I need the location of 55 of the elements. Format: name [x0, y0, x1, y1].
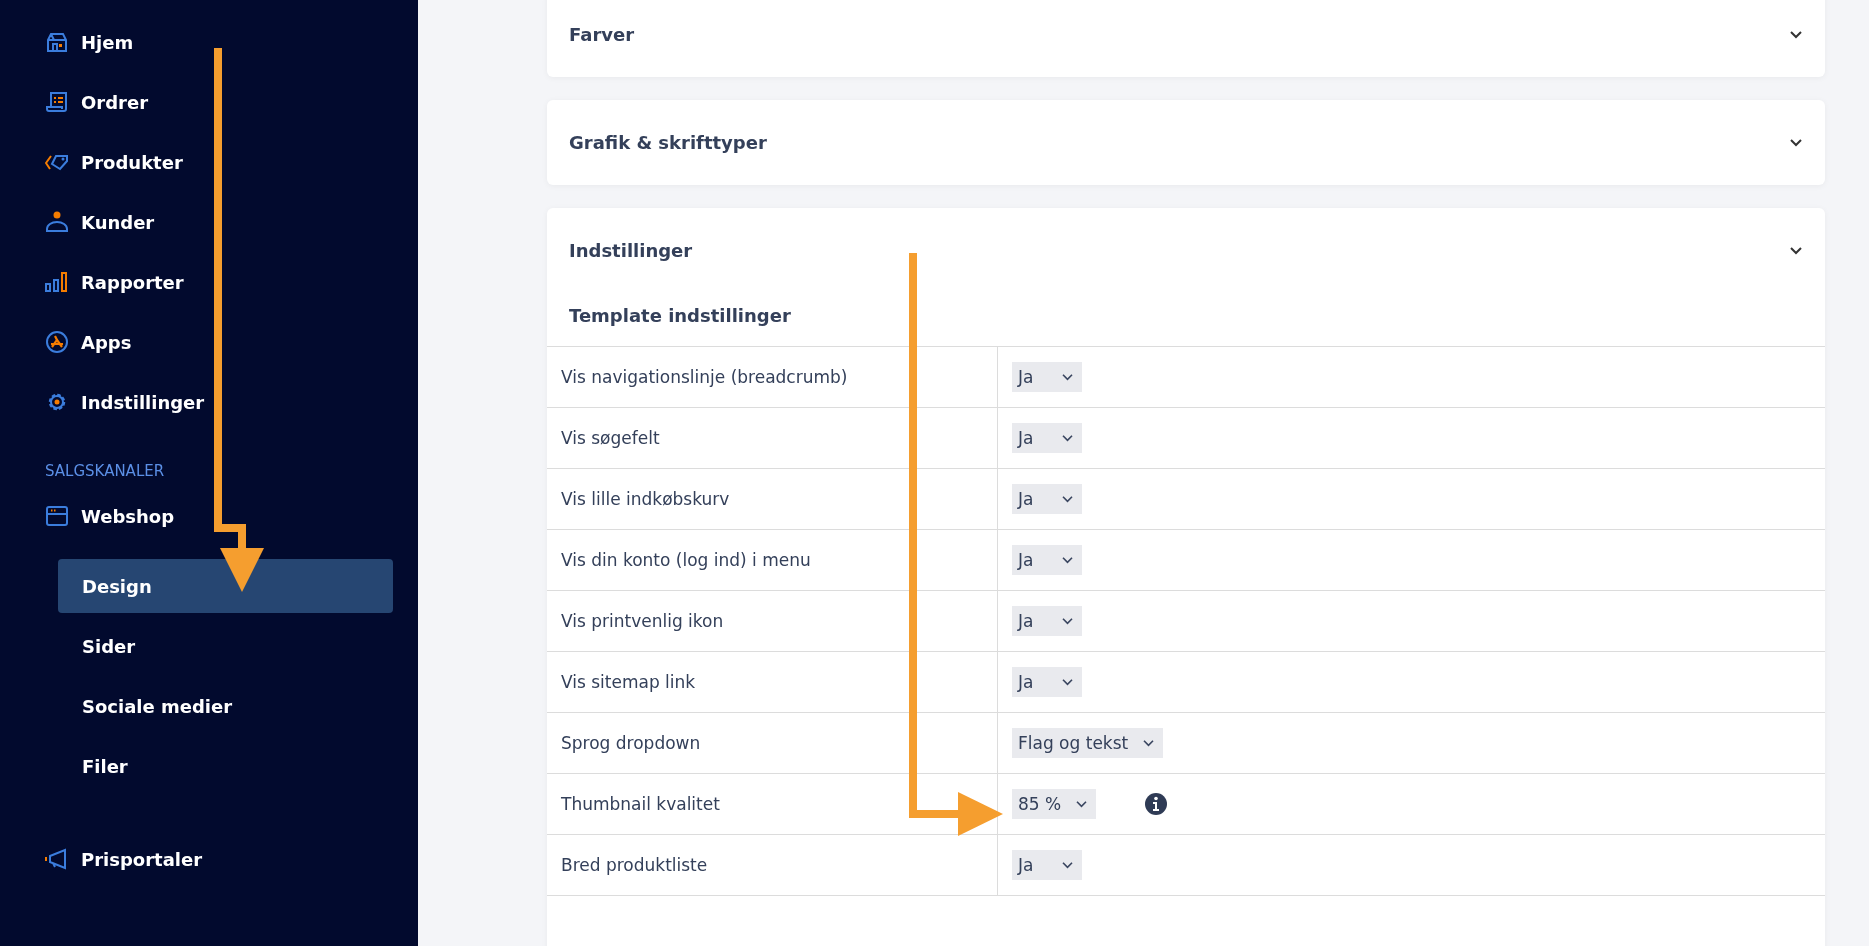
megaphone-icon	[45, 847, 69, 871]
section-label: SALGSKANALER	[45, 461, 166, 482]
dropdown[interactable]: 85 %	[1012, 789, 1097, 819]
sidebar-item[interactable]: Produkter	[0, 132, 418, 192]
sidebar-subitem[interactable]: Sociale medier	[58, 679, 393, 733]
section-heading: Template indstillinger	[568, 304, 792, 328]
sidebar-item[interactable]: Ordrer	[0, 72, 418, 132]
info-icon[interactable]	[1144, 792, 1169, 816]
dropdown[interactable]: Ja	[1012, 423, 1082, 453]
bar-chart-icon	[45, 270, 69, 294]
chevron-down-icon	[1061, 433, 1074, 443]
setting-label: Vis søgefelt	[547, 408, 998, 468]
setting-label: Sprog dropdown	[547, 713, 998, 773]
setting-label: Bred produktliste	[547, 835, 998, 895]
chevron-down-icon	[1061, 860, 1074, 870]
sidebar-item[interactable]: Hjem	[0, 12, 418, 72]
sidebar-item[interactable]: Indstillinger	[0, 372, 418, 432]
panel-title[interactable]: Farver	[569, 24, 635, 45]
house-icon	[45, 30, 69, 54]
apps-icon	[45, 330, 69, 354]
sidebar-item[interactable]: Kunder	[0, 192, 418, 252]
setting-label: Vis din konto (log ind) i menu	[547, 530, 998, 590]
chevron-down-icon	[1061, 494, 1074, 504]
dropdown[interactable]: Ja	[1012, 606, 1082, 636]
setting-label: Vis navigationslinje (breadcrumb)	[547, 347, 998, 407]
chevron-down-icon	[1061, 555, 1074, 565]
dropdown[interactable]: Ja	[1012, 545, 1082, 575]
storefront-icon	[45, 504, 69, 528]
panel-title[interactable]: Grafik & skrifttyper	[569, 132, 767, 153]
sidebar-item[interactable]: Rapporter	[0, 252, 418, 312]
chevron-down-icon	[1061, 677, 1074, 687]
dropdown[interactable]: Ja	[1012, 362, 1082, 392]
chevron-down-icon[interactable]	[1789, 245, 1803, 256]
setting-label: Vis printvenlig ikon	[547, 591, 998, 651]
chevron-down-icon	[1142, 738, 1156, 748]
chevron-down-icon	[1075, 799, 1089, 809]
dropdown[interactable]: Ja	[1012, 667, 1082, 697]
sidebar-subitem[interactable]: Sider	[58, 619, 393, 673]
setting-label: Vis lille indkøbskurv	[547, 469, 998, 529]
dropdown[interactable]: Flag og tekst	[1012, 728, 1164, 758]
sidebar-subitem[interactable]: Design	[58, 559, 393, 613]
sidebar-item[interactable]: Prisportaler	[0, 829, 418, 889]
panel-title[interactable]: Indstillinger	[569, 240, 693, 261]
dropdown[interactable]: Ja	[1012, 484, 1082, 514]
sidebar-item[interactable]: Apps	[0, 312, 418, 372]
sidebar-subitem[interactable]: Filer	[58, 739, 393, 793]
chevron-down-icon	[1061, 616, 1074, 626]
person-icon	[45, 210, 69, 234]
dropdown[interactable]: Ja	[1012, 850, 1082, 880]
sidebar-item[interactable]: Webshop	[0, 486, 418, 546]
receipt-icon	[45, 90, 69, 114]
setting-label: Vis sitemap link	[547, 652, 998, 712]
chevron-down-icon[interactable]	[1789, 137, 1803, 148]
chevron-down-icon[interactable]	[1789, 29, 1803, 40]
chevron-down-icon	[1061, 372, 1074, 382]
